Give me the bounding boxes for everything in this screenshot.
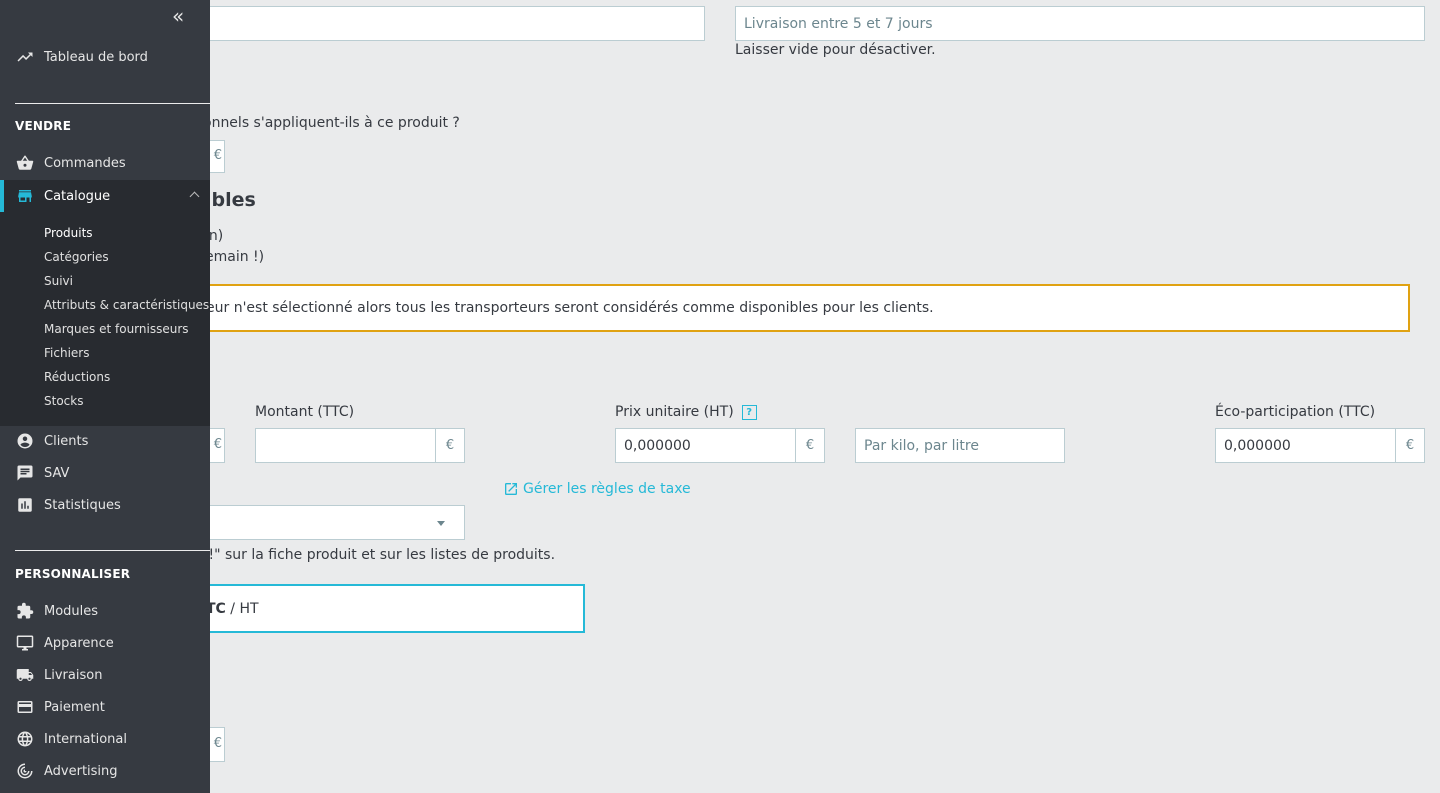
- sidebar-item-shipping[interactable]: Livraison: [0, 659, 210, 691]
- currency-addon-cut: €: [213, 148, 222, 163]
- sidebar-item-advertising[interactable]: Advertising: [0, 755, 210, 787]
- delivery-out-of-stock-input[interactable]: Livraison entre 5 et 7 jours: [735, 6, 1425, 41]
- delivery-out-of-stock-value: Livraison entre 5 et 7 jours: [744, 15, 933, 32]
- price-ht: HT: [239, 600, 259, 617]
- sidebar-item-label: Tableau de bord: [44, 49, 148, 65]
- sidebar-item-label: Commandes: [44, 155, 126, 171]
- bar-chart-icon: [0, 496, 44, 514]
- desktop-icon: [0, 634, 44, 652]
- basket-icon: [0, 154, 44, 172]
- delivery-in-stock-input[interactable]: [150, 6, 705, 41]
- sidebar-item-dashboard[interactable]: Tableau de bord: [0, 41, 210, 73]
- manage-tax-rules-text: Gérer les règles de taxe: [523, 481, 691, 497]
- external-link-icon: [505, 483, 517, 495]
- manage-tax-rules-link[interactable]: Gérer les règles de taxe: [503, 481, 691, 497]
- eco-tax-input[interactable]: 0,000000 €: [1215, 428, 1425, 463]
- sidebar: « Tableau de bord VENDRE Commandes Catal…: [0, 0, 210, 793]
- target-icon: [0, 762, 44, 780]
- sidebar-item-international[interactable]: International: [0, 723, 210, 755]
- submenu-item-discounts[interactable]: Réductions: [44, 370, 110, 384]
- sidebar-item-appearance[interactable]: Apparence: [0, 627, 210, 659]
- credit-card-icon: [0, 698, 44, 716]
- sidebar-item-orders[interactable]: Commandes: [0, 147, 210, 179]
- eco-tax-label: Éco-participation (TTC): [1215, 404, 1376, 420]
- sidebar-item-label: International: [44, 731, 127, 747]
- unit-price-label-text: Prix unitaire (HT): [615, 404, 734, 420]
- sidebar-item-label: Livraison: [44, 667, 103, 683]
- unity-input[interactable]: Par kilo, par litre: [855, 428, 1065, 463]
- submenu-item-monitoring[interactable]: Suivi: [44, 274, 73, 288]
- eco-tax-value: 0,000000: [1224, 437, 1291, 454]
- currency-addon: €: [795, 429, 824, 462]
- currency-addon-cut-3: €: [213, 736, 222, 751]
- section-title-sell: VENDRE: [15, 119, 72, 133]
- sidebar-item-label: Clients: [44, 433, 89, 449]
- account-circle-icon: [0, 432, 44, 450]
- additional-fees-question: onnels s'appliquent-ils à ce produit ?: [203, 115, 460, 131]
- truck-icon: [0, 666, 44, 684]
- submenu-item-stocks[interactable]: Stocks: [44, 394, 83, 408]
- submenu-item-brands[interactable]: Marques et fournisseurs: [44, 322, 189, 336]
- amount-ttc-label: Montant (TTC): [255, 404, 355, 420]
- catalog-submenu: [0, 212, 210, 426]
- currency-addon: €: [435, 429, 464, 462]
- sidebar-item-label: Statistiques: [44, 497, 121, 513]
- carrier-warning-text: eur n'est sélectionné alors tous les tra…: [206, 300, 934, 316]
- caret-down-icon: [437, 521, 445, 526]
- store-icon: [0, 187, 44, 205]
- help-icon[interactable]: ?: [741, 404, 757, 420]
- sidebar-item-label: Catalogue: [44, 188, 111, 204]
- sidebar-divider: [15, 550, 210, 551]
- sidebar-item-label: SAV: [44, 465, 70, 481]
- price-summary-box: TC / HT: [150, 584, 585, 633]
- carrier-option-2[interactable]: emain !): [205, 249, 264, 265]
- chevron-up-icon: [189, 191, 200, 202]
- sidebar-item-label: Modules: [44, 603, 99, 619]
- sidebar-item-payment[interactable]: Paiement: [0, 691, 210, 723]
- collapse-menu-button[interactable]: «: [172, 4, 184, 28]
- delivery-help-text: Laisser vide pour désactiver.: [735, 42, 936, 58]
- sidebar-item-stats[interactable]: Statistiques: [0, 489, 210, 521]
- sidebar-item-label: Paiement: [44, 699, 105, 715]
- unit-price-value: 0,000000: [624, 437, 691, 454]
- globe-icon: [0, 730, 44, 748]
- sidebar-item-customers[interactable]: Clients: [0, 425, 210, 457]
- sidebar-item-label: Advertising: [44, 763, 118, 779]
- sidebar-item-label: Apparence: [44, 635, 114, 651]
- sidebar-divider: [15, 103, 210, 104]
- sidebar-item-modules[interactable]: Modules: [0, 595, 210, 627]
- sidebar-item-catalog[interactable]: Catalogue: [0, 180, 210, 212]
- currency-addon-cut-2: €: [213, 437, 222, 452]
- unit-price-label: Prix unitaire (HT) ?: [615, 404, 757, 420]
- carriers-heading: ibles: [205, 189, 256, 211]
- carrier-warning-alert: eur n'est sélectionné alors tous les tra…: [150, 284, 1410, 332]
- section-title-customize: PERSONNALISER: [15, 567, 131, 581]
- submenu-item-categories[interactable]: Catégories: [44, 250, 109, 264]
- trending-up-icon: [0, 48, 44, 66]
- unity-placeholder: Par kilo, par litre: [864, 437, 979, 454]
- on-sale-text: )!" sur la fiche produit et sur les list…: [203, 547, 556, 563]
- puzzle-icon: [0, 602, 44, 620]
- price-separator: /: [225, 600, 240, 617]
- submenu-item-files[interactable]: Fichiers: [44, 346, 89, 360]
- currency-addon: €: [1395, 429, 1424, 462]
- amount-ttc-input[interactable]: €: [255, 428, 465, 463]
- submenu-item-attributes[interactable]: Attributs & caractéristiques: [44, 298, 209, 312]
- sidebar-item-sav[interactable]: SAV: [0, 457, 210, 489]
- submenu-item-products[interactable]: Produits: [44, 226, 93, 240]
- unit-price-input[interactable]: 0,000000 €: [615, 428, 825, 463]
- chat-icon: [0, 464, 44, 482]
